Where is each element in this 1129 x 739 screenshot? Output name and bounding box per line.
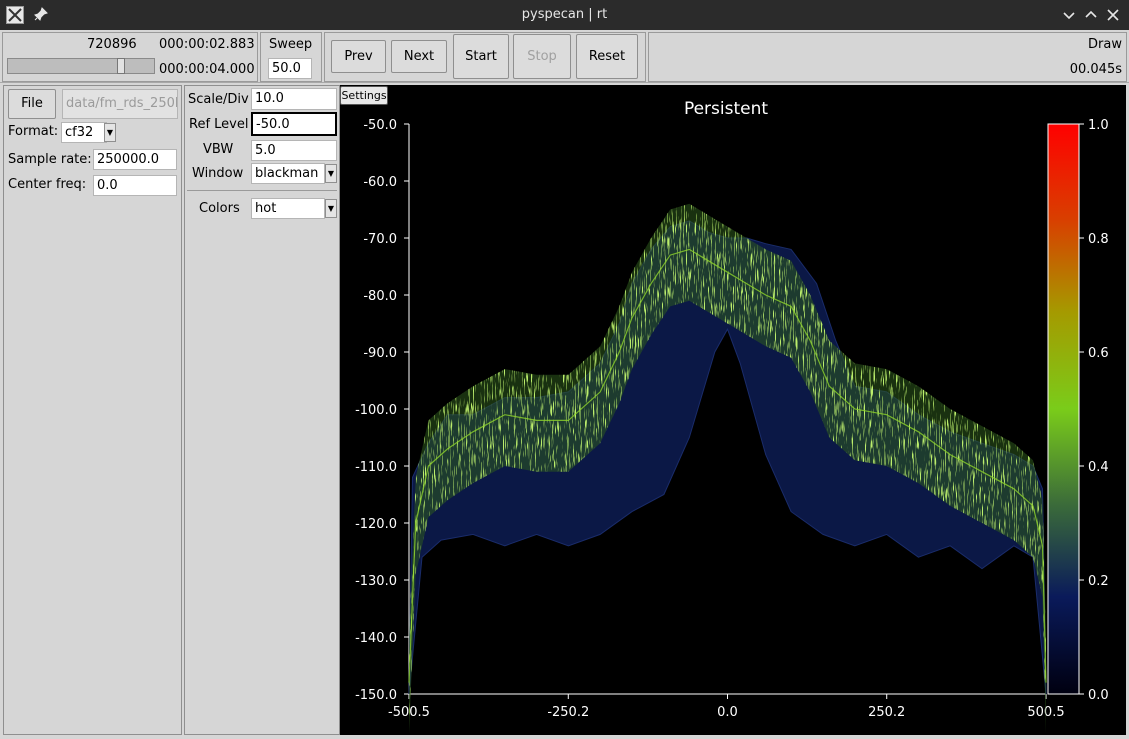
sweep-group: Sweep 50.0 (260, 32, 322, 82)
y-tick-label: -60.0 (363, 175, 397, 190)
control-group: Prev Next Start Stop Reset (324, 32, 646, 82)
colorbar-tick-label: 0.4 (1088, 460, 1109, 475)
window-title: pyspecan | rt (521, 7, 608, 22)
settings-tab[interactable]: Settings (340, 86, 388, 105)
settings-panel: Scale/Div 10.0 Ref Level -50.0 VBW 5.0 W… (184, 85, 340, 735)
ref-level-label: Ref Level (189, 117, 249, 132)
colorbar-tick-label: 0.8 (1088, 232, 1109, 247)
y-tick-label: -130.0 (355, 574, 397, 589)
time-slider[interactable] (7, 58, 155, 74)
y-tick-label: -150.0 (355, 688, 397, 703)
time-current: 000:00:02.883 (159, 37, 255, 52)
format-label: Format: (8, 124, 59, 139)
colorbar-tick-label: 0.6 (1088, 346, 1109, 361)
y-tick-label: -90.0 (363, 346, 397, 361)
maximize-icon[interactable] (1082, 6, 1100, 24)
playback-group: 720896 000:00:02.883 000:00:04.000 (2, 32, 258, 82)
file-button[interactable]: File (8, 89, 56, 119)
scale-div-input[interactable]: 10.0 (251, 88, 337, 110)
center-freq-input[interactable]: 0.0 (93, 175, 177, 196)
y-tick-label: -50.0 (363, 118, 397, 133)
x-tick-label: 250.2 (868, 705, 905, 720)
format-dropdown-arrow-icon[interactable]: ▼ (104, 123, 116, 142)
y-tick-label: -100.0 (355, 403, 397, 418)
slider-handle[interactable] (117, 58, 125, 74)
file-path-input[interactable]: data/fm_rds_250k (62, 89, 178, 119)
colorbar-tick-label: 0.0 (1088, 688, 1109, 703)
sweep-label: Sweep (269, 37, 313, 52)
colorbar (1047, 123, 1080, 695)
file-panel: File data/fm_rds_250k Format: cf32 ▼ Sam… (3, 85, 182, 735)
y-tick-label: -120.0 (355, 517, 397, 532)
divider (187, 190, 337, 191)
window-dropdown-arrow-icon[interactable]: ▼ (325, 164, 337, 183)
ref-level-input[interactable]: -50.0 (251, 112, 337, 136)
stop-button[interactable]: Stop (513, 34, 571, 79)
y-tick-label: -110.0 (355, 460, 397, 475)
sample-rate-input[interactable]: 250000.0 (93, 149, 177, 170)
window-select[interactable]: blackman (251, 163, 325, 184)
close-icon[interactable] (1104, 6, 1122, 24)
persistent-chart: Persistent -50.0 -60.0 -70.0 -80.0 -90.0 -100… (355, 99, 1109, 734)
draw-group: Draw 00.045s (648, 32, 1127, 82)
window-label: Window (192, 166, 244, 181)
y-tick-label: -70.0 (363, 232, 397, 247)
scale-div-label: Scale/Div (188, 92, 249, 107)
y-tick-label: -140.0 (355, 631, 397, 646)
vbw-label: VBW (203, 142, 234, 157)
sample-rate-label: Sample rate: (8, 152, 92, 167)
toolbar: 720896 000:00:02.883 000:00:04.000 Sweep… (0, 30, 1129, 83)
x-tick-label: 0.0 (717, 705, 738, 720)
colors-dropdown-arrow-icon[interactable]: ▼ (325, 199, 337, 218)
x-tick-label: -250.2 (547, 705, 589, 720)
sweep-input[interactable]: 50.0 (268, 58, 312, 79)
prev-button[interactable]: Prev (331, 40, 386, 73)
persistent-plot[interactable]: Persistent -50.0 -60.0 -70.0 -80.0 -90.0 -100… (340, 85, 1126, 735)
format-select[interactable]: cf32 (61, 122, 107, 143)
colorbar-tick-label: 0.2 (1088, 574, 1109, 589)
time-total: 000:00:04.000 (159, 62, 255, 77)
next-button[interactable]: Next (391, 40, 447, 73)
sample-count: 720896 (87, 37, 137, 52)
draw-time: 00.045s (1069, 62, 1122, 77)
colors-select[interactable]: hot (251, 198, 325, 219)
colorbar-tick-label: 1.0 (1088, 118, 1109, 133)
menu-chevron-icon[interactable] (1060, 6, 1078, 24)
title-bar: pyspecan | rt (0, 0, 1129, 30)
chart-title: Persistent (684, 99, 768, 119)
vbw-input[interactable]: 5.0 (251, 140, 337, 161)
colors-label: Colors (199, 201, 240, 216)
center-freq-label: Center freq: (8, 177, 87, 192)
draw-label: Draw (1088, 37, 1122, 52)
reset-button[interactable]: Reset (576, 34, 638, 79)
y-tick-label: -80.0 (363, 289, 397, 304)
start-button[interactable]: Start (453, 34, 509, 79)
